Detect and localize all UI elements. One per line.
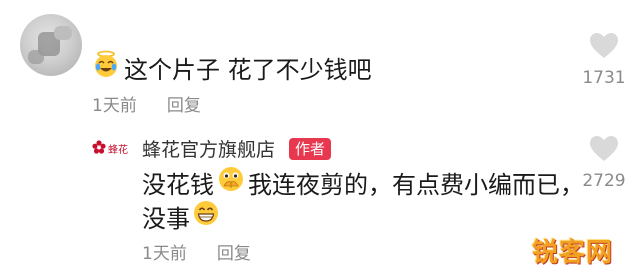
watermark: 锐客网: [532, 238, 614, 268]
comment-meta: 1天前 回复: [92, 91, 201, 116]
praying-emoji-icon: [216, 164, 246, 200]
reply-text-line: 没花钱 我连夜剪的，有点费小编而已，: [142, 165, 584, 199]
comment-time: 1天前: [142, 244, 187, 264]
crying-laughing-angel-emoji-icon: [92, 50, 120, 84]
like-count: 2729: [582, 171, 626, 191]
author-badge: 作者: [289, 138, 332, 160]
reply-text-part: 没花钱: [142, 170, 214, 199]
reply-button[interactable]: 回复: [217, 244, 251, 264]
user-avatar[interactable]: [20, 14, 82, 76]
heart-icon[interactable]: [589, 136, 619, 167]
brand-logo-text: 蜂花: [108, 144, 128, 156]
comment-text: 这个片子 花了不少钱吧: [92, 50, 372, 84]
like-count: 1731: [582, 68, 626, 88]
comment-time: 1天前: [92, 96, 137, 116]
reply-text-part: 我连夜剪的，有点费小编而已，: [248, 170, 584, 199]
comment-meta: 1天前 回复: [142, 239, 251, 264]
reply-text-part: 没事: [142, 204, 190, 233]
reply-button[interactable]: 回复: [167, 96, 201, 116]
reply-text-line: 没事: [142, 199, 220, 233]
like-button[interactable]: 1731: [574, 32, 634, 88]
grinning-emoji-icon: [192, 199, 220, 233]
flower-logo-icon: [92, 139, 106, 158]
comment-body: 这个片子 花了不少钱吧: [124, 55, 372, 84]
heart-icon[interactable]: [589, 33, 619, 64]
author-name[interactable]: 蜂花官方旗舰店: [142, 135, 275, 162]
like-button[interactable]: 2729: [574, 135, 634, 191]
brand-logo[interactable]: 蜂花: [92, 137, 128, 159]
